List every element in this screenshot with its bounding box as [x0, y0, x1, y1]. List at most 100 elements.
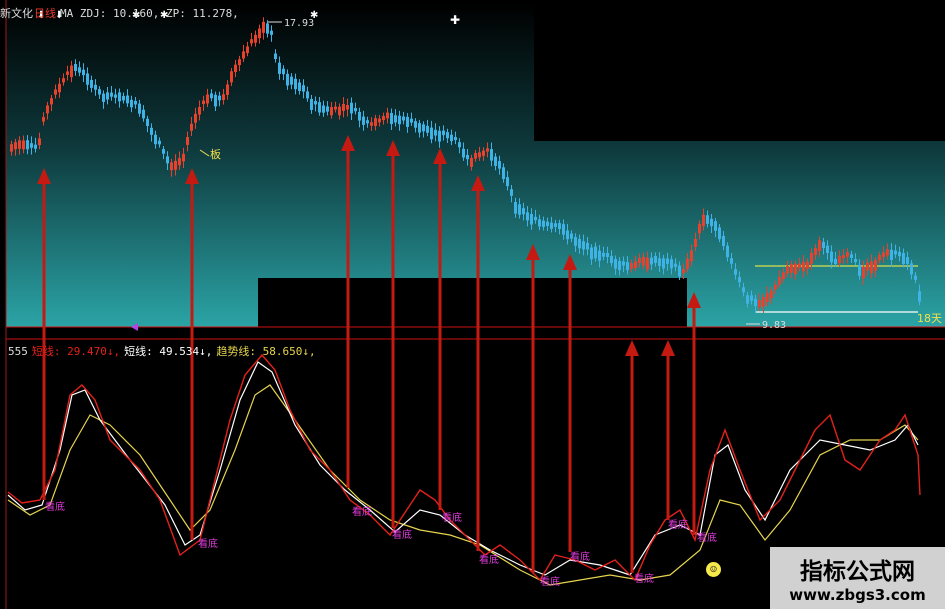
candle-body	[914, 275, 917, 280]
candle-body	[530, 214, 533, 225]
signal-labels: 看底看底看底看底看底看底看底看底看底看底看底	[45, 500, 717, 588]
candle-body	[902, 253, 905, 265]
candle-body	[42, 117, 45, 122]
chart-canvas: ⬇ ⬇ ✱ ✱ ✱ ✚ 17.93 9.83 板 18天 看底看底看底看底看底看…	[5, 0, 945, 609]
candle-body	[850, 254, 853, 258]
low-price-label: 9.83	[762, 320, 786, 331]
signal-label: 看底	[479, 553, 499, 566]
candle-body	[22, 140, 25, 150]
candle-body	[790, 263, 793, 273]
candle-body	[686, 258, 689, 269]
candle-body	[442, 130, 445, 136]
candle-body	[446, 132, 449, 139]
candle-body	[866, 262, 869, 271]
candle-body	[630, 263, 633, 269]
candle-body	[878, 255, 881, 261]
signal-label: 看底	[634, 572, 654, 585]
candle-body	[430, 127, 433, 140]
candle-body	[502, 167, 505, 180]
candle-body	[54, 89, 57, 95]
candle-body	[662, 258, 665, 269]
candle-body	[806, 261, 809, 269]
candle-body	[406, 116, 409, 127]
signal-arrow-head-icon	[625, 340, 639, 356]
candle-body	[670, 259, 673, 269]
candle-body	[10, 144, 13, 152]
candle-body	[334, 106, 337, 110]
candle-body	[118, 92, 121, 102]
candle-body	[394, 115, 397, 123]
candle-body	[886, 249, 889, 256]
candle-body	[590, 247, 593, 260]
candle-body	[418, 123, 421, 133]
signal-arrow-head-icon	[661, 340, 675, 356]
candle-body	[222, 94, 225, 101]
candle-body	[62, 78, 65, 83]
candle-body	[174, 160, 177, 170]
candle-body	[258, 28, 261, 39]
period-label[interactable]: 日线	[34, 7, 56, 20]
candle-body	[586, 242, 589, 250]
candle-body	[730, 258, 733, 264]
candle-body	[378, 118, 381, 123]
signal-label: 看底	[198, 537, 218, 550]
candle-body	[450, 134, 453, 142]
candle-body	[658, 258, 661, 266]
candle-body	[490, 149, 493, 161]
candle-body	[786, 266, 789, 274]
candle-body	[414, 121, 417, 128]
candle-body	[498, 161, 501, 169]
candle-body	[390, 112, 393, 125]
peak-price-label: 17.93	[284, 18, 314, 29]
signal-label: 看底	[570, 550, 590, 563]
candle-body	[838, 255, 841, 264]
candle-body	[470, 157, 473, 167]
candle-body	[166, 156, 169, 164]
candle-body	[338, 106, 341, 116]
candle-body	[202, 100, 205, 105]
candle-body	[386, 112, 389, 119]
indicator-header: 555 短线: 29.470↓, 短线: 49.534↓, 趋势线: 58.650↓,	[8, 343, 320, 359]
candle-body	[434, 129, 437, 136]
candle-body	[798, 263, 801, 268]
candle-body	[278, 62, 281, 74]
candle-body	[870, 261, 873, 274]
candle-body	[206, 94, 209, 104]
candle-body	[566, 230, 569, 240]
candle-body	[874, 259, 877, 271]
candle-body	[354, 108, 357, 112]
candle-body	[482, 150, 485, 156]
candle-body	[898, 251, 901, 257]
candle-body	[154, 134, 157, 145]
candle-body	[186, 137, 189, 145]
candle-body	[182, 153, 185, 162]
candle-body	[426, 125, 429, 133]
candle-body	[314, 100, 317, 105]
candle-body	[646, 257, 649, 270]
candle-body	[802, 261, 805, 272]
candle-body	[150, 127, 153, 135]
candle-body	[894, 250, 897, 255]
candle-body	[558, 223, 561, 230]
candle-body	[298, 82, 301, 92]
candle-body	[642, 256, 645, 266]
candle-body	[650, 257, 653, 265]
candle-body	[582, 241, 585, 250]
watermark: 指标公式网 www.zbgs3.com	[770, 547, 945, 609]
candle-body	[190, 123, 193, 131]
candle-body	[822, 241, 825, 249]
candle-body	[318, 102, 321, 113]
candle-body	[770, 290, 773, 299]
signal-label: 看底	[697, 531, 717, 544]
candle-body	[846, 252, 849, 257]
candle-body	[478, 152, 481, 158]
candle-body	[78, 67, 81, 73]
days-label: 18天	[917, 312, 942, 325]
candle-body	[746, 295, 749, 304]
candle-body	[262, 21, 265, 33]
candle-body	[614, 259, 617, 269]
candle-body	[722, 235, 725, 247]
candle-body	[486, 148, 489, 152]
stock-name[interactable]: 新文化	[0, 7, 33, 20]
candle-body	[58, 83, 61, 93]
